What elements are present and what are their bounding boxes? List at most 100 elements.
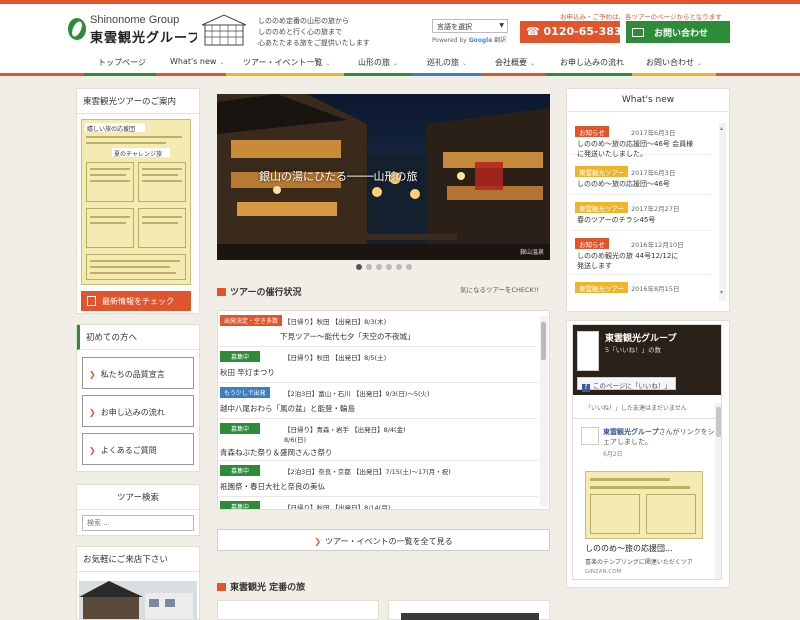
phone-button[interactable]: ☎ 0120-65-3838: [520, 21, 629, 43]
faq-button[interactable]: ❯ よくあるご質問: [82, 433, 194, 465]
chevron-down-icon: ⌄: [697, 60, 703, 67]
news-item[interactable]: 東雲観光ツアー 2016年8月15日: [571, 279, 711, 309]
facebook-icon: f: [582, 384, 590, 392]
scroll-up-icon[interactable]: ▴: [720, 125, 725, 135]
nav-tours[interactable]: ツアー・イベント一覧 ⌄: [243, 57, 331, 68]
status-badge: 出発決定・空き多数: [220, 315, 283, 326]
tour-status-title: ツアーの催行状況: [217, 285, 301, 298]
whats-new-title: What's new: [567, 89, 729, 112]
nav-underline: [226, 73, 344, 76]
language-select[interactable]: 言語を選択 ▼: [432, 19, 508, 33]
all-tours-button[interactable]: ❯ ツアー・イベントの一覧を全て見る: [217, 529, 550, 551]
standard-tour-card[interactable]: [217, 600, 379, 620]
fb-scrollbar[interactable]: [715, 403, 721, 579]
chevron-down-icon: ⌄: [393, 60, 399, 67]
leaf-logo-icon: [68, 18, 86, 40]
guide-panel: 東雲観光ツアーのご案内 嬉しい旅の応援団 夏のチャレンジ旅 最新情報をチェック: [76, 88, 200, 314]
news-item[interactable]: 東雲観光ツアー 2017年2月27日 春のツアーのチラシ45号: [571, 199, 711, 231]
slider-dot[interactable]: [395, 264, 402, 270]
nav-underline: [344, 73, 412, 76]
nav-underline: [546, 73, 632, 76]
tour-row[interactable]: 募集中 【日帰り】秋田 【出発日】8/14(月): [218, 501, 538, 509]
news-category-badge: お知らせ: [575, 126, 609, 137]
news-list: お知らせ 2017年6月3日 しののめ～旅の応援団～46号 会員様 に発送いたし…: [571, 119, 717, 309]
fb-link-image[interactable]: [585, 471, 703, 539]
nav-underline: [482, 73, 546, 76]
tour-search-panel: ツアー検索: [76, 484, 200, 536]
nav-contact[interactable]: お問い合わせ ⌄: [646, 57, 702, 68]
search-input[interactable]: [82, 515, 194, 531]
chevron-down-icon: ⌄: [462, 60, 468, 67]
booking-notice: お申込み・ご予約は、各ツアーのページからとなります: [560, 13, 722, 21]
news-category-badge: 東雲観光ツアー: [575, 202, 629, 213]
news-item[interactable]: お知らせ 2017年6月3日 しののめ～旅の応援団～46号 会員様 に発送いたし…: [571, 123, 711, 158]
fb-post-avatar: [581, 427, 599, 445]
search-title: ツアー検索: [77, 485, 199, 510]
slider-dot[interactable]: [375, 264, 382, 270]
site-logo[interactable]: Shinonome Group 東雲観光グループ: [68, 14, 200, 46]
status-badge: 募集中: [220, 423, 260, 434]
first-timers-panel: 初めての方へ ❯ 私たちの品質宣言 ❯ お申し込みの流れ ❯ よくあるご質問: [76, 324, 200, 472]
latest-info-button[interactable]: 最新情報をチェック: [81, 291, 191, 311]
tour-list-scrollbar[interactable]: [540, 316, 548, 506]
check-tours-link[interactable]: 気になるツアーをCHECK!!: [460, 284, 539, 294]
slider-dot[interactable]: [365, 264, 372, 270]
hero-slider[interactable]: 銀山の湯にひたる────山形の旅 銀山温泉: [217, 94, 550, 260]
news-item[interactable]: 東雲観光ツアー 2017年6月3日 しののめ～旅の応援団～46号: [571, 163, 711, 195]
hero-caption: 銀山の湯にひたる────山形の旅: [259, 170, 418, 183]
nav-underline: [84, 73, 156, 76]
chevron-down-icon: ⌄: [325, 60, 331, 67]
pdf-icon: [87, 296, 96, 306]
news-category-badge: お知らせ: [575, 238, 609, 249]
tagline: しののめ定番の山形の旅から しののめと行く心の旅まで 心あたたまる旅をご提供いた…: [258, 17, 370, 47]
slider-dot[interactable]: [385, 264, 392, 270]
nav-pilgrimage[interactable]: 巡礼の旅 ⌄: [427, 57, 467, 68]
tour-row[interactable]: もう少しで出発 【2泊3日】富山・石川 【出発日】9/3(日)～5(火) 越中八…: [218, 387, 538, 419]
ryokan-sketch-icon: [197, 12, 251, 48]
tour-row[interactable]: 募集中 【日帰り】青森・岩手 【出発日】8/4(金) 8/6(日) 青森ねぶた祭…: [218, 423, 538, 461]
nav-top[interactable]: トップページ: [98, 57, 146, 68]
nav-underline: [156, 73, 226, 76]
slider-dot[interactable]: [405, 264, 412, 270]
powered-by-google: Powered by Google 翻訳: [432, 37, 507, 44]
scroll-down-icon[interactable]: ▾: [720, 289, 725, 299]
status-badge: もう少しで出発: [220, 387, 270, 398]
chevron-down-icon: ⌄: [219, 59, 225, 66]
scrollbar-thumb[interactable]: [716, 407, 721, 437]
chevron-right-icon: ❯: [89, 370, 96, 379]
visit-title: お気軽にご来店下さい: [77, 547, 199, 572]
fb-cover-photo: 東雲観光グループ 5「いいね！」の数 f このページに「いいね！」: [573, 325, 721, 395]
slider-dot[interactable]: [355, 264, 362, 270]
tour-row[interactable]: 募集中 【2泊3日】奈良・京都 【出発日】7/15(土)～17(月・祝) 祇園祭…: [218, 465, 538, 497]
mail-icon: [632, 28, 644, 37]
tour-row[interactable]: 出発決定・空き多数 【日帰り】秋田 【出発日】8/3(木) 下見ツアー～能代七夕…: [218, 315, 538, 347]
standard-tour-card[interactable]: [388, 600, 550, 620]
tour-row[interactable]: 募集中 【日帰り】秋田 【出発日】8/5(土) 秋田 竿灯まつり: [218, 351, 538, 383]
scrollbar-thumb[interactable]: [541, 322, 546, 360]
logo-text-en: Shinonome Group: [90, 14, 180, 26]
news-item[interactable]: お知らせ 2016年12月10日 しののめ観光の旅 44号12/12に 発送しま…: [571, 235, 711, 275]
contact-button[interactable]: お問い合わせ: [626, 21, 730, 43]
flag-icon: [217, 583, 226, 591]
tour-flyer-image[interactable]: 嬉しい旅の応援団 夏のチャレンジ旅: [81, 119, 191, 285]
nav-flow[interactable]: お申し込みの流れ: [560, 57, 624, 68]
whats-new-panel: What's new お知らせ 2017年6月3日 しののめ～旅の応援団～46号…: [566, 88, 730, 312]
hero-credit: 銀山温泉: [519, 249, 544, 256]
standard-tours-title: 東雲観光 定番の旅: [217, 580, 305, 593]
news-scrollbar[interactable]: ▴ ▾: [719, 123, 726, 301]
site-header: Shinonome Group 東雲観光グループ しののめ定番の山形の旅から し…: [0, 4, 800, 52]
facebook-widget: 東雲観光グループ 5「いいね！」の数 f このページに「いいね！」 「いいね！」し…: [572, 324, 722, 580]
quality-declaration-button[interactable]: ❯ 私たちの品質宣言: [82, 357, 194, 389]
application-flow-button[interactable]: ❯ お申し込みの流れ: [82, 395, 194, 427]
phone-icon: ☎: [526, 25, 544, 38]
fb-link-title[interactable]: しののめ～旅の応援団...: [585, 543, 673, 554]
nav-yamagata[interactable]: 山形の旅 ⌄: [358, 57, 398, 68]
fb-like-button[interactable]: f このページに「いいね！」: [577, 377, 676, 392]
status-badge: 募集中: [220, 501, 260, 509]
nav-whats-new[interactable]: What's new ⌄: [170, 57, 225, 66]
first-title: 初めての方へ: [77, 325, 199, 350]
slider-dots: [217, 263, 550, 272]
news-category-badge: 東雲観光ツアー: [575, 282, 629, 293]
nav-company[interactable]: 会社概要 ⌄: [495, 57, 535, 68]
flag-icon: [217, 288, 226, 296]
